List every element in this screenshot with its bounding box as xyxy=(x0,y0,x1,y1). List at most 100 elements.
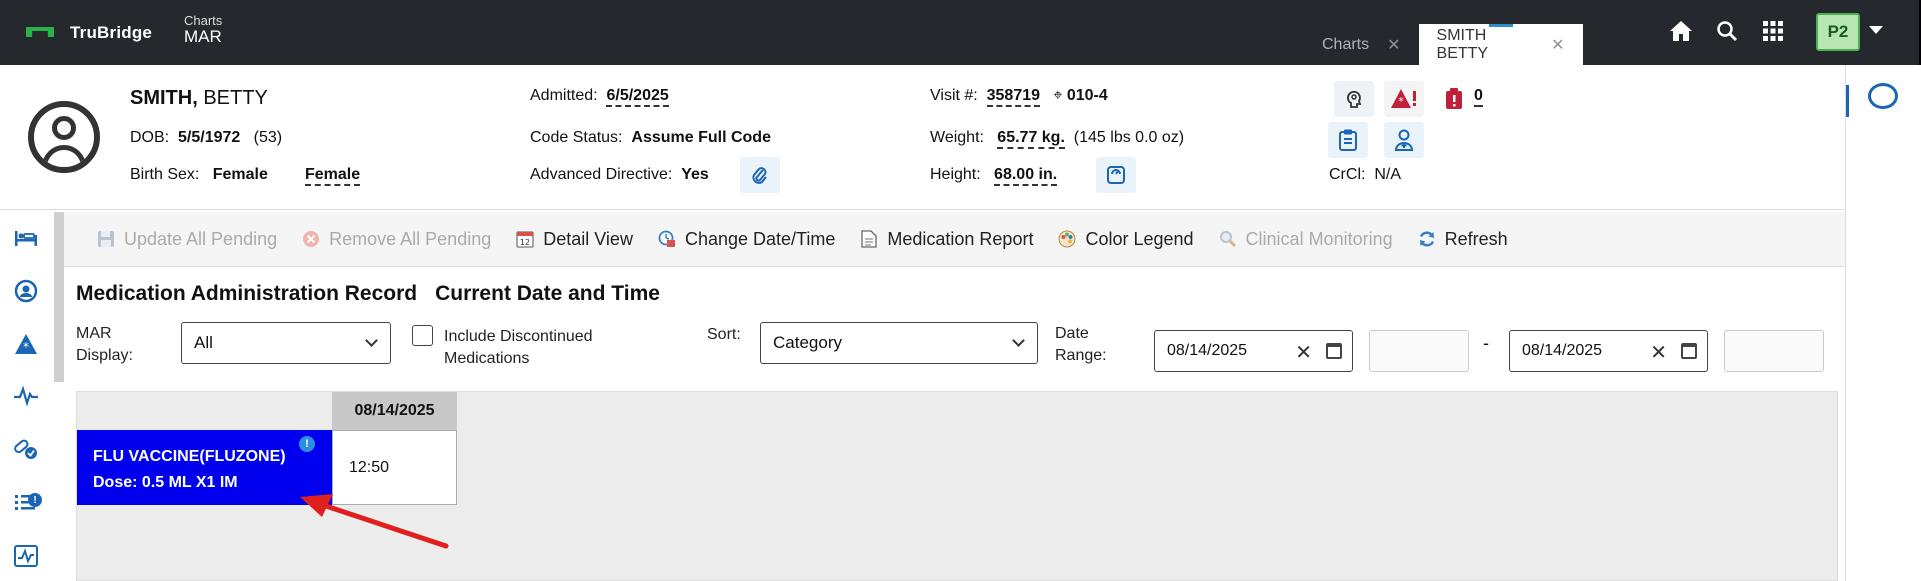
time-to-input[interactable] xyxy=(1724,330,1824,372)
report-document-icon xyxy=(859,229,879,249)
svg-text:*: * xyxy=(1398,95,1404,108)
mar-grid: 08/14/2025 FLU VACCINE(FLUZONE) Dose: 0.… xyxy=(76,391,1838,581)
change-date-time-label: Change Date/Time xyxy=(685,229,835,250)
tab-label: Charts xyxy=(1322,36,1369,54)
clinical-monitoring-button[interactable]: Clinical Monitoring xyxy=(1218,229,1393,250)
bed-icon[interactable] xyxy=(12,224,40,252)
weight-value[interactable]: 65.77 kg. xyxy=(997,129,1065,149)
apps-grid-icon[interactable] xyxy=(1760,16,1786,46)
height-label: Height: xyxy=(930,166,981,183)
time-from-input[interactable] xyxy=(1369,330,1469,372)
medication-name: FLU VACCINE(FLUZONE) xyxy=(93,444,332,470)
medication-report-button[interactable]: Medication Report xyxy=(859,229,1033,250)
update-all-pending-button[interactable]: Update All Pending xyxy=(96,229,277,250)
remove-icon xyxy=(301,229,321,249)
crcl-value: N/A xyxy=(1374,166,1401,183)
change-date-time-button[interactable]: Change Date/Time xyxy=(657,229,835,250)
room-value: 010-4 xyxy=(1067,87,1108,104)
top-icon-group xyxy=(1668,16,1786,46)
home-icon[interactable] xyxy=(1668,16,1694,46)
gender-value[interactable]: Female xyxy=(305,166,360,186)
left-nav: * ! xyxy=(0,210,54,581)
clear-icon[interactable]: ✕ xyxy=(1295,340,1312,365)
advanced-directive-field: Advanced Directive: Yes xyxy=(530,166,709,184)
medication-report-label: Medication Report xyxy=(887,229,1033,250)
search-icon[interactable] xyxy=(1714,16,1740,46)
alert-count[interactable]: 0 xyxy=(1474,87,1483,105)
alert-count-value[interactable]: 0 xyxy=(1474,87,1483,107)
trubridge-logo-icon xyxy=(26,25,54,41)
date-column-header: 08/14/2025 xyxy=(332,392,457,430)
date-range-label-line1: Date xyxy=(1055,323,1107,345)
tab-bar: Charts ✕ SMITH BETTY ✕ xyxy=(1304,24,1583,65)
color-legend-label: Color Legend xyxy=(1085,229,1193,250)
patient-avatar-icon xyxy=(28,101,100,173)
chat-icon[interactable] xyxy=(1868,83,1898,109)
allergy-alert-icon[interactable]: * xyxy=(1384,81,1424,117)
refresh-button[interactable]: Refresh xyxy=(1417,229,1508,250)
height-value[interactable]: 68.00 in. xyxy=(994,166,1057,186)
physician-icon[interactable] xyxy=(1384,122,1424,158)
sort-select[interactable]: Category xyxy=(760,322,1038,364)
chart-pulse-icon[interactable] xyxy=(12,542,40,570)
medication-icon[interactable] xyxy=(12,435,40,463)
mar-toolbar: Update All Pending Remove All Pending 12… xyxy=(64,212,1845,267)
crcl-field: CrCl: N/A xyxy=(1329,166,1401,184)
brand-logo[interactable]: TruBridge xyxy=(26,23,152,43)
brain-icon[interactable] xyxy=(1334,81,1374,117)
orders-alert-badge: ! xyxy=(28,493,42,507)
birth-sex-value: Female xyxy=(213,166,268,183)
vitals-icon[interactable] xyxy=(12,382,40,410)
allergy-icon[interactable]: * xyxy=(12,330,40,358)
include-discontinued-label-line1: Include Discontinued xyxy=(444,326,593,348)
birth-sex-label: Birth Sex: xyxy=(130,166,199,183)
patient-circle-icon[interactable] xyxy=(12,277,40,305)
svg-text:12: 12 xyxy=(520,238,530,247)
include-discontinued-checkbox[interactable] xyxy=(412,325,433,346)
detail-view-button[interactable]: 12 Detail View xyxy=(515,229,633,250)
info-icon[interactable]: ! xyxy=(299,436,315,452)
weight-label: Weight: xyxy=(930,129,984,146)
app-section-title: Charts MAR xyxy=(184,14,222,47)
close-icon[interactable]: ✕ xyxy=(1551,35,1564,55)
visit-value[interactable]: 358719 xyxy=(987,87,1040,107)
date-from-input[interactable]: 08/14/2025 ✕ xyxy=(1154,330,1353,372)
patient-last-name: SMITH, xyxy=(130,87,198,109)
dob-label: DOB: xyxy=(130,129,169,146)
medication-dose: Dose: 0.5 ML X1 IM xyxy=(93,470,332,496)
include-discontinued-label[interactable]: Include Discontinued Medications xyxy=(444,326,593,369)
remove-all-pending-button[interactable]: Remove All Pending xyxy=(301,229,491,250)
administration-time-cell[interactable]: 12:50 xyxy=(332,430,457,505)
date-to-value: 08/14/2025 xyxy=(1522,342,1602,360)
medication-row-cell[interactable]: FLU VACCINE(FLUZONE) Dose: 0.5 ML X1 IM … xyxy=(77,430,332,505)
visit-field: Visit #: 358719 ⌖ 010-4 xyxy=(930,87,1108,105)
mar-subtitle: Current Date and Time xyxy=(435,282,660,306)
scale-icon[interactable] xyxy=(1096,157,1136,193)
clear-icon[interactable]: ✕ xyxy=(1650,340,1667,365)
clock-calendar-icon xyxy=(657,229,677,249)
calendar-icon[interactable] xyxy=(1326,343,1342,359)
location-pin-icon: ⌖ xyxy=(1053,87,1062,104)
mar-display-value: All xyxy=(194,333,213,353)
date-to-input[interactable]: 08/14/2025 ✕ xyxy=(1509,330,1708,372)
chevron-down-icon[interactable] xyxy=(1869,26,1883,34)
tab-charts[interactable]: Charts ✕ xyxy=(1304,24,1419,65)
paperclip-icon[interactable] xyxy=(740,157,780,193)
close-icon[interactable]: ✕ xyxy=(1387,35,1400,55)
clinical-monitoring-label: Clinical Monitoring xyxy=(1246,229,1393,250)
patient-header: SMITH, BETTY DOB: 5/5/1972 (53) Birth Se… xyxy=(0,65,1845,210)
calendar-icon[interactable] xyxy=(1681,343,1697,359)
tab-patient-smith-betty[interactable]: SMITH BETTY ✕ xyxy=(1419,24,1583,65)
gender-field[interactable]: Female xyxy=(305,166,360,184)
clipboard-list-icon[interactable] xyxy=(1328,122,1368,158)
page-title: Medication Administration Record Current… xyxy=(76,282,660,306)
mar-display-select[interactable]: All xyxy=(181,322,391,364)
administration-time: 12:50 xyxy=(349,459,389,477)
scrollbar[interactable] xyxy=(54,212,64,382)
color-legend-button[interactable]: Color Legend xyxy=(1057,229,1193,250)
admitted-value[interactable]: 6/5/2025 xyxy=(606,87,668,107)
alert-clipboard-icon[interactable] xyxy=(1434,81,1474,117)
user-avatar-badge[interactable]: P2 xyxy=(1816,13,1860,51)
include-discontinued-label-line2: Medications xyxy=(444,348,593,370)
dob-field: DOB: 5/5/1972 (53) xyxy=(130,129,282,147)
